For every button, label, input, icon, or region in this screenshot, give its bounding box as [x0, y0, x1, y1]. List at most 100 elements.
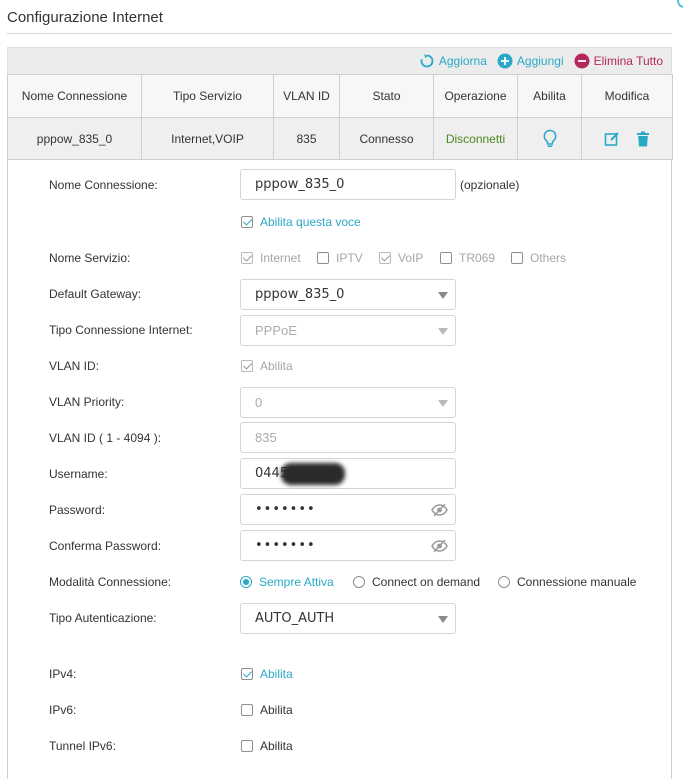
title-divider	[7, 33, 672, 34]
service-iptv-label: IPTV	[336, 251, 363, 265]
col-header-operation: Operazione	[433, 74, 518, 118]
conn-name-input[interactable]: pppow_835_0	[240, 169, 456, 200]
ipv6-enable-label: Abilita	[260, 703, 293, 717]
checkbox-box	[241, 740, 253, 752]
enable-entry-checkbox[interactable]: Abilita questa voce	[241, 215, 361, 229]
vlan-id-enable-checkbox[interactable]: Abilita	[241, 359, 293, 373]
auth-type-value: AUTO_AUTH	[255, 611, 335, 626]
cell-edit	[581, 117, 673, 160]
ipv6-label: IPv6:	[49, 703, 77, 717]
table-header-row: Nome Connessione Tipo Servizio VLAN ID S…	[7, 74, 673, 118]
checkbox-box	[379, 252, 391, 264]
conn-mode-manual-radio[interactable]: Connessione manuale	[498, 575, 636, 589]
service-internet-checkbox[interactable]: Internet	[241, 251, 301, 265]
vlan-id-value: 835	[255, 430, 277, 445]
col-header-name: Nome Connessione	[7, 74, 142, 118]
checkbox-box	[317, 252, 329, 264]
vlan-priority-value: 0	[255, 395, 263, 410]
tunnel-ipv6-enable-label: Abilita	[260, 739, 293, 753]
conn-mode-always-label: Sempre Attiva	[259, 575, 334, 589]
table-toolbar: Aggiorna Aggiungi Elimina Tutto	[7, 47, 672, 74]
chevron-down-icon	[438, 616, 448, 623]
username-input[interactable]: 0445	[240, 458, 456, 489]
vlan-id-input[interactable]: 835	[240, 422, 456, 453]
default-gateway-select[interactable]: pppow_835_0	[240, 279, 456, 310]
chevron-down-icon	[438, 292, 448, 299]
conn-mode-demand-label: Connect on demand	[372, 575, 481, 589]
conn-type-label: Tipo Connessione Internet:	[49, 323, 193, 337]
conn-name-value: pppow_835_0	[255, 177, 345, 192]
refresh-button[interactable]: Aggiorna	[419, 53, 487, 69]
eye-slash-icon[interactable]	[431, 539, 448, 557]
redaction-blur	[281, 463, 345, 485]
enable-entry-label: Abilita questa voce	[260, 215, 361, 229]
service-others-label: Others	[530, 251, 567, 265]
checkbox-box	[241, 216, 253, 228]
tunnel-ipv6-enable-checkbox[interactable]: Abilita	[241, 739, 293, 753]
confirm-password-value: •••••••	[255, 538, 316, 553]
page-title: Configurazione Internet	[7, 9, 163, 26]
vlan-id-enable-option: Abilita	[260, 359, 293, 373]
password-label: Password:	[49, 503, 106, 517]
checkbox-box	[440, 252, 452, 264]
auth-type-select[interactable]: AUTO_AUTH	[240, 603, 456, 634]
col-header-service: Tipo Servizio	[141, 74, 274, 118]
default-gateway-label: Default Gateway:	[49, 287, 142, 301]
vlan-priority-select[interactable]: 0	[240, 387, 456, 418]
username-label: Username:	[49, 467, 108, 481]
disconnect-link[interactable]: Disconnetti	[446, 132, 505, 146]
vlan-priority-label: VLAN Priority:	[49, 395, 125, 409]
chevron-down-icon	[438, 328, 448, 335]
conn-mode-demand-radio[interactable]: Connect on demand	[353, 575, 480, 589]
help-icon[interactable]	[677, 0, 683, 8]
service-iptv-checkbox[interactable]: IPTV	[317, 251, 363, 265]
col-header-vlan: VLAN ID	[273, 74, 340, 118]
service-internet-label: Internet	[260, 251, 301, 265]
radio-dot	[353, 576, 365, 588]
service-tr069-checkbox[interactable]: TR069	[440, 251, 495, 265]
password-input[interactable]: •••••••	[240, 494, 456, 525]
lightbulb-icon[interactable]	[542, 129, 558, 149]
optional-note: (opzionale)	[460, 178, 520, 192]
ipv4-enable-checkbox[interactable]: Abilita	[241, 667, 293, 681]
cell-enable	[517, 117, 582, 160]
trash-icon[interactable]	[636, 131, 650, 147]
refresh-label: Aggiorna	[438, 54, 487, 68]
service-others-checkbox[interactable]: Others	[511, 251, 566, 265]
service-tr069-label: TR069	[459, 251, 496, 265]
conn-type-select[interactable]: PPPoE	[240, 315, 456, 346]
default-gateway-value: pppow_835_0	[255, 287, 345, 302]
cell-service: Internet,VOIP	[141, 117, 274, 160]
service-name-label: Nome Servizio:	[49, 251, 131, 265]
checkbox-box	[241, 360, 253, 372]
checkbox-box	[511, 252, 523, 264]
conn-mode-label: Modalità Connessione:	[49, 575, 172, 589]
checkbox-box	[241, 704, 253, 716]
minus-circle-icon	[574, 53, 590, 69]
checkbox-box	[241, 252, 253, 264]
eye-slash-icon[interactable]	[431, 503, 448, 521]
table-row[interactable]: pppow_835_0 Internet,VOIP 835 Connesso D…	[7, 117, 673, 160]
add-label: Aggiungi	[516, 54, 564, 68]
tunnel-ipv6-label: Tunnel IPv6:	[49, 739, 116, 753]
col-header-status: Stato	[339, 74, 434, 118]
service-voip-checkbox[interactable]: VoIP	[379, 251, 423, 265]
vlan-id-enable-label: VLAN ID:	[49, 359, 100, 373]
cell-conn-name: pppow_835_0	[7, 117, 142, 160]
ipv6-enable-checkbox[interactable]: Abilita	[241, 703, 293, 717]
cell-status: Connesso	[339, 117, 434, 160]
radio-dot	[240, 576, 252, 588]
conn-mode-always-radio[interactable]: Sempre Attiva	[240, 575, 334, 589]
add-button[interactable]: Aggiungi	[497, 53, 564, 69]
ipv4-enable-label: Abilita	[260, 667, 293, 681]
col-header-enable: Abilita	[517, 74, 582, 118]
confirm-password-input[interactable]: •••••••	[240, 530, 456, 561]
delete-all-button[interactable]: Elimina Tutto	[574, 53, 663, 69]
edit-icon[interactable]	[604, 131, 620, 147]
checkbox-box	[241, 668, 253, 680]
ipv4-label: IPv4:	[49, 667, 77, 681]
password-value: •••••••	[255, 502, 316, 517]
plus-circle-icon	[497, 53, 513, 69]
delete-all-label: Elimina Tutto	[593, 54, 663, 68]
connections-table: Nome Connessione Tipo Servizio VLAN ID S…	[7, 74, 673, 160]
